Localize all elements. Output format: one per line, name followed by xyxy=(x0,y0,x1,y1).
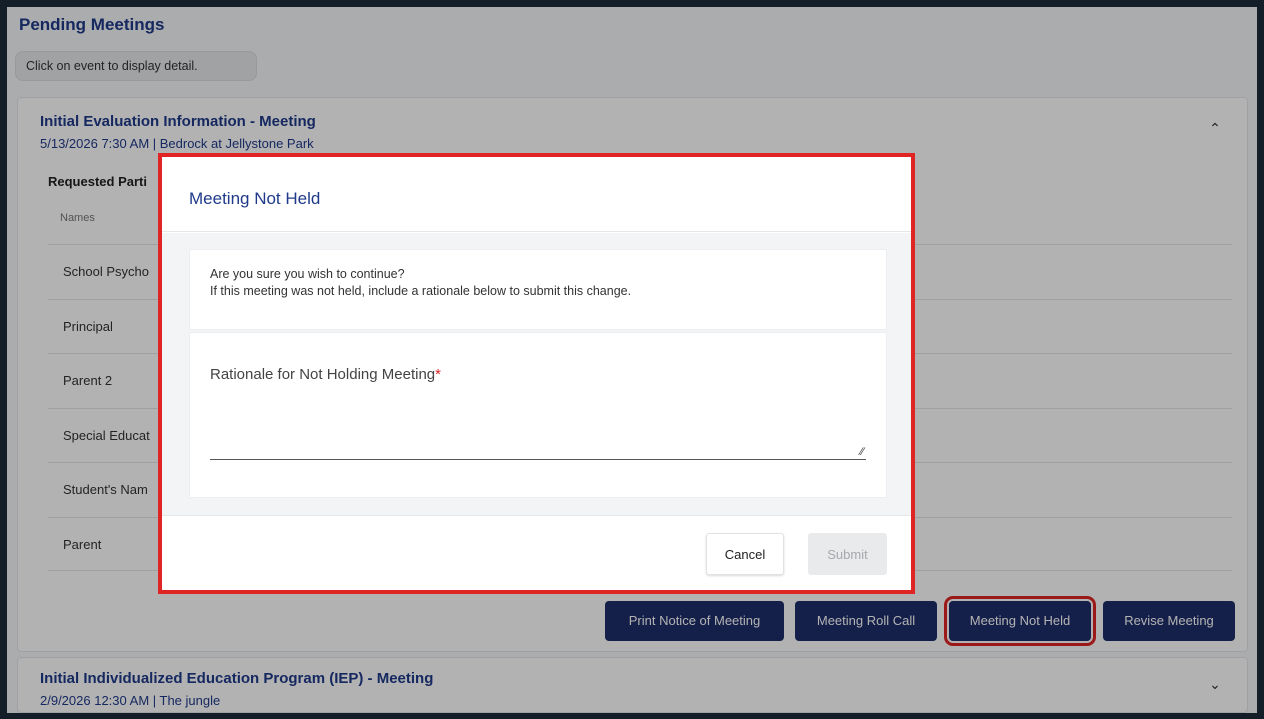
confirmation-line-2: If this meeting was not held, include a … xyxy=(210,284,632,298)
dialog-body: Are you sure you wish to continue? If th… xyxy=(162,233,911,515)
submit-button[interactable]: Submit xyxy=(808,533,887,575)
dialog-title: Meeting Not Held xyxy=(189,189,321,208)
meeting-not-held-dialog: Meeting Not Held Are you sure you wish t… xyxy=(158,153,915,594)
confirmation-line-1: Are you sure you wish to continue? xyxy=(210,267,405,281)
required-marker: * xyxy=(435,366,441,383)
rationale-field-container: Rationale for Not Holding Meeting* ∕∕ xyxy=(189,332,887,498)
rationale-label: Rationale for Not Holding Meeting* xyxy=(210,366,441,383)
dialog-header: Meeting Not Held xyxy=(162,157,911,232)
rationale-label-text: Rationale for Not Holding Meeting xyxy=(210,366,436,383)
resize-grip-icon[interactable]: ∕∕ xyxy=(860,446,864,458)
rationale-textarea[interactable] xyxy=(210,403,866,460)
confirmation-message: Are you sure you wish to continue? If th… xyxy=(189,249,887,330)
dialog-footer: Cancel Submit xyxy=(162,515,911,590)
cancel-button[interactable]: Cancel xyxy=(706,533,784,575)
